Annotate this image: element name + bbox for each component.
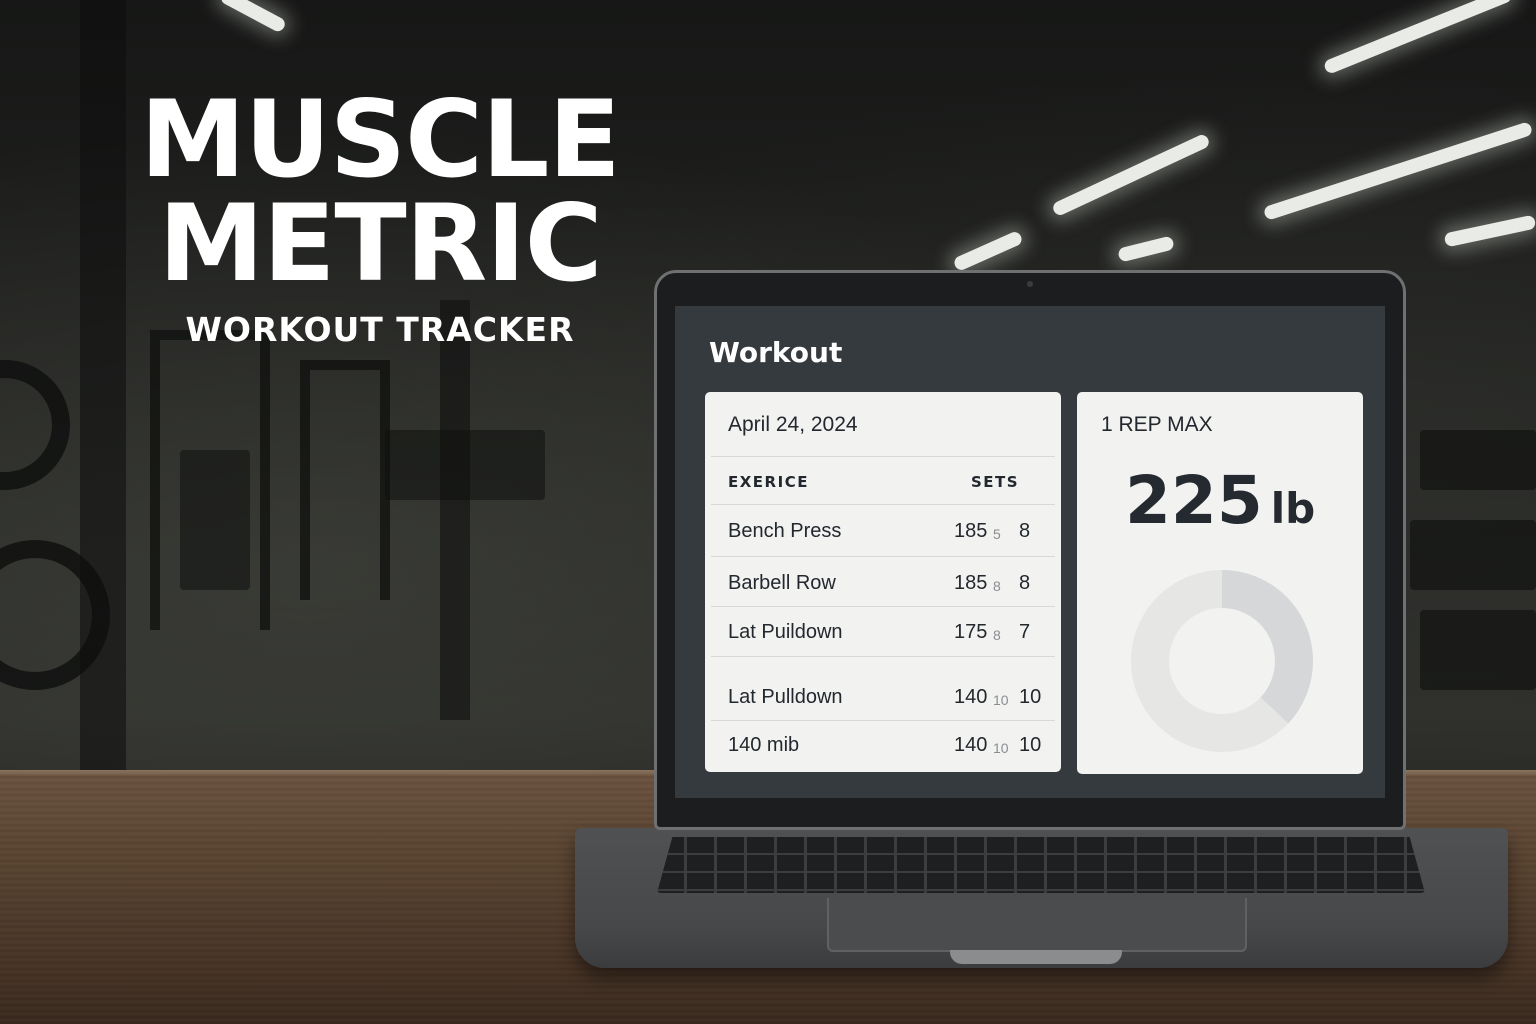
table-row[interactable]: Bench Press 185 5 8 (705, 514, 1061, 550)
ceiling-light (1322, 0, 1514, 75)
sets-value: 8 (993, 578, 1001, 594)
laptop-keyboard (657, 837, 1425, 893)
ceiling-light (1051, 132, 1211, 218)
laptop-trackpad (827, 898, 1247, 952)
one-rep-max-unit: lb (1270, 484, 1316, 533)
laptop-lid-notch (950, 950, 1122, 964)
weight-plate (0, 360, 70, 490)
squat-rack (300, 360, 390, 600)
ceiling-light (952, 229, 1024, 273)
workout-card: April 24, 2024 EXERICE SETS Bench Press … (705, 392, 1061, 772)
webcam-icon (1027, 281, 1033, 287)
column-header-exercise[interactable]: EXERICE (728, 473, 809, 491)
sets-value: 10 (993, 692, 1009, 708)
app-title: Workout (709, 336, 843, 369)
laptop-base (575, 828, 1508, 968)
exercise-name: Lat Pulldown (728, 686, 843, 708)
table-row[interactable]: Barbell Row 185 8 8 (705, 566, 1061, 602)
one-rep-max-card: 1 REP MAX 225 lb (1077, 392, 1363, 774)
workout-date[interactable]: April 24, 2024 (728, 413, 858, 437)
weight-value: 140 (954, 734, 988, 756)
gym-pillar (440, 300, 470, 720)
reps-value: 10 (1019, 734, 1042, 756)
weight-value: 140 (954, 686, 988, 708)
laptop-screen: Workout April 24, 2024 EXERICE SETS Benc… (675, 306, 1385, 798)
divider (711, 556, 1055, 557)
weight-value: 175 (954, 621, 988, 643)
divider (711, 504, 1055, 505)
brand-title-line2: METRIC (158, 182, 602, 305)
divider (711, 656, 1055, 657)
table-row[interactable]: Lat Puildown 175 8 7 (705, 615, 1061, 651)
table-row[interactable]: Lat Pulldown 140 10 10 (705, 680, 1061, 716)
reps-value: 7 (1019, 621, 1031, 643)
ceiling-light (1262, 121, 1534, 221)
brand-title-line1: MUSCLE (140, 78, 621, 201)
one-rep-max-label: 1 REP MAX (1101, 413, 1213, 436)
divider (711, 606, 1055, 607)
ceiling-light (218, 0, 288, 34)
exercise-name: Bench Press (728, 520, 842, 542)
divider (711, 720, 1055, 721)
sets-value: 8 (993, 627, 1001, 643)
brand-header: MUSCLE METRIC WORKOUT TRACKER (110, 78, 650, 350)
table-row[interactable]: 140 mib 140 10 10 (705, 728, 1061, 764)
sets-value: 10 (993, 740, 1009, 756)
brand-subtitle: WORKOUT TRACKER (185, 310, 575, 349)
one-rep-max-value: 225 lb (1125, 462, 1315, 539)
treadmill (1420, 610, 1536, 690)
weight-value: 185 (954, 572, 988, 594)
divider (711, 456, 1055, 457)
one-rep-max-donut-chart (1131, 570, 1313, 752)
one-rep-max-number: 225 (1125, 462, 1263, 539)
reps-value: 8 (1019, 520, 1031, 542)
exercise-name: Barbell Row (728, 572, 836, 594)
ceiling-light (1443, 214, 1536, 248)
gym-bench (180, 450, 250, 590)
reps-value: 10 (1019, 686, 1042, 708)
reps-value: 8 (1019, 572, 1031, 594)
gym-bench (385, 430, 545, 500)
sets-value: 5 (993, 526, 1001, 542)
laptop-lid: Workout April 24, 2024 EXERICE SETS Benc… (654, 270, 1406, 830)
treadmill (1420, 430, 1536, 490)
column-header-sets[interactable]: SETS (971, 473, 1019, 491)
exercise-name: Lat Puildown (728, 621, 843, 643)
treadmill (1410, 520, 1536, 590)
ceiling-light (1117, 235, 1175, 263)
weight-value: 185 (954, 520, 988, 542)
exercise-name: 140 mib (728, 734, 800, 756)
